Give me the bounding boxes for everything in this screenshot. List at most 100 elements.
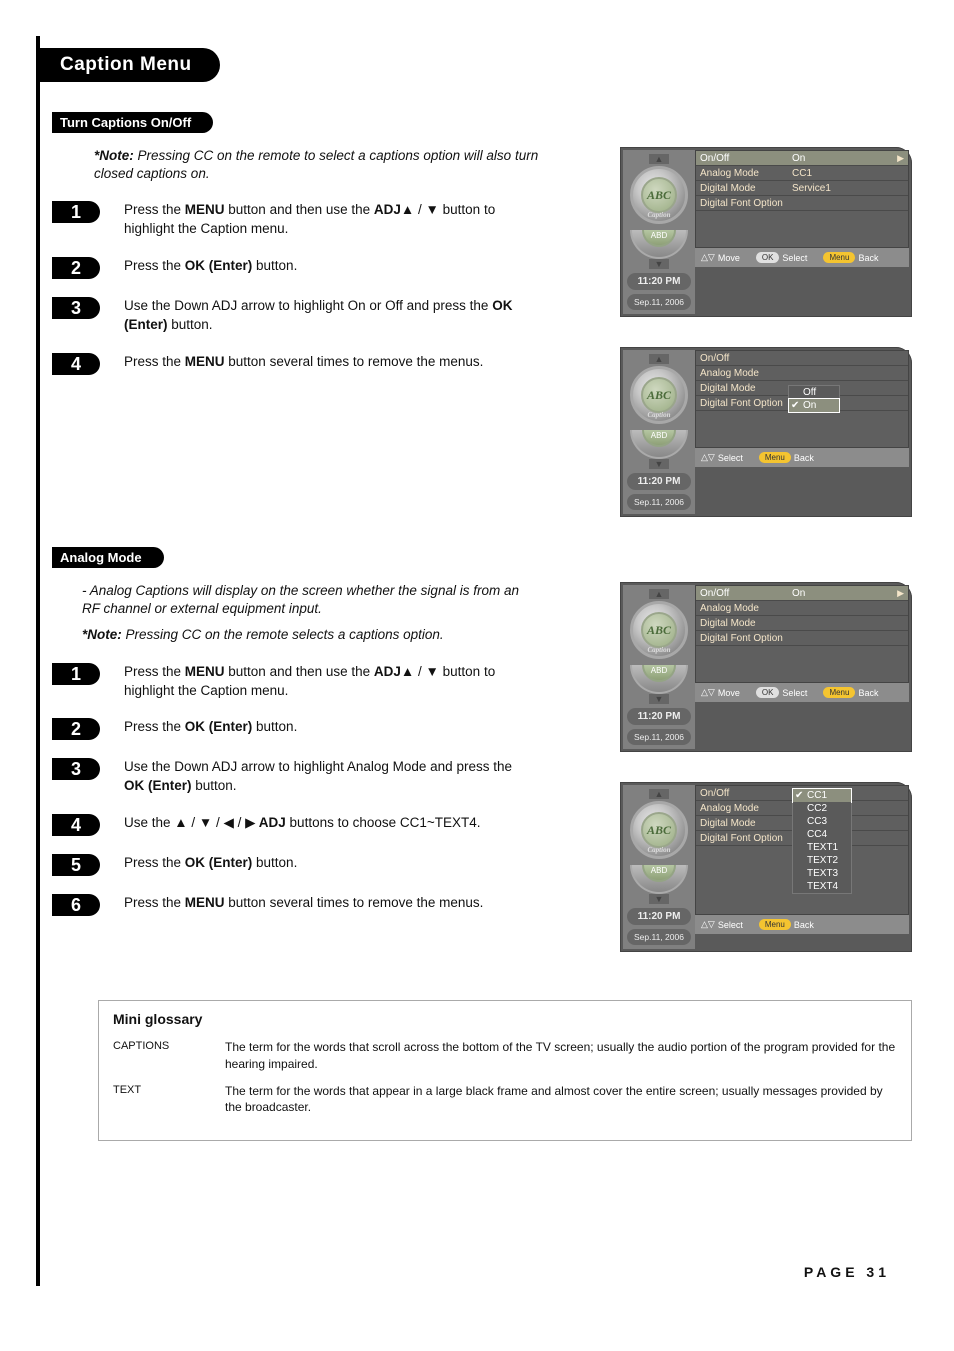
ok-badge-icon: OK [756,252,780,263]
next-category-icon: ABD [630,865,688,894]
category-ring: ABC Caption [630,166,688,224]
section-2-layout: - Analog Captions will display on the sc… [52,582,912,982]
osd-option-text1[interactable]: TEXT1 [793,841,851,854]
t: Move [718,253,740,263]
next-category-icon: ABD [630,230,688,259]
ok-badge-icon: OK [756,687,780,698]
triangle-updown-icon: △▽ [701,687,715,698]
t: Analog Mode [700,368,792,379]
osd-row-font[interactable]: Digital Font Option [696,631,908,646]
osd-date: Sep.11, 2006 [627,729,691,745]
step-number: 4 [52,353,100,375]
osd-row-analog[interactable]: Analog Mode CC1 [696,166,908,181]
t: ADJ [374,202,401,217]
t: Use the [124,815,174,830]
caption-label: Caption [648,411,671,419]
step-number: 6 [52,894,100,916]
glossary-def: The term for the words that scroll acros… [225,1039,897,1073]
s2-step-2: 2 Press the OK (Enter) button. [52,718,592,740]
t: Press the [124,354,185,369]
osd-date: Sep.11, 2006 [627,929,691,945]
section-1-layout: *Note: Pressing CC on the remote to sele… [52,147,912,547]
t: MENU [185,895,225,910]
t: ABC [647,388,671,403]
category-ring: ABC Caption [630,366,688,424]
osd-option-text4[interactable]: TEXT4 [793,880,851,893]
t: On [792,588,897,599]
osd-panel-1: ▲ ABC Caption ABD ▼ 11:20 PM Sep.11, 200… [620,147,912,317]
osd-panel-2: ▲ ABC Caption ABD ▼ 11:20 PM Sep.11, 200… [620,347,912,517]
nav-down-icon: ▼ [649,459,669,469]
t: button. [168,317,213,332]
t: Digital Font Option [700,833,792,844]
category-ring: ABC Caption [630,801,688,859]
caption-label: Caption [648,646,671,654]
osd-time: 11:20 PM [627,908,691,925]
t: Digital Font Option [700,398,792,409]
nav-up-icon: ▲ [649,354,669,364]
s2-step-6: 6 Press the MENU button several times to… [52,894,592,916]
s1-step-2: 2 Press the OK (Enter) button. [52,257,592,279]
s1-step-1: 1 Press the MENU button and then use the… [52,201,592,239]
glossary-def: The term for the words that appear in a … [225,1083,897,1117]
osd-cc-options: ✔CC1 CC2 CC3 CC4 TEXT1 TEXT2 TEXT3 TEXT4 [792,788,852,894]
mini-glossary: Mini glossary CAPTIONS The term for the … [98,1000,912,1141]
t: ADJ [256,815,286,830]
step-number: 4 [52,814,100,836]
osd-row-digital[interactable]: Digital Mode Service1 [696,181,908,196]
osd-sidebar: ▲ ABC Caption ABD ▼ 11:20 PM Sep.11, 200… [623,785,695,949]
t: On/Off [700,588,792,599]
osd-row-onoff[interactable]: On/Off [696,351,908,366]
osd-option-cc4[interactable]: CC4 [793,828,851,841]
t: Back [794,920,814,930]
t: Analog Mode [700,803,792,814]
osd-footer: △▽ Move OK Select Menu Back [695,248,909,267]
osd-row-analog[interactable]: Analog Mode [696,366,908,381]
t: Analog Mode [700,168,792,179]
triangle-updown-icon: △▽ [701,252,715,263]
osd-row-analog[interactable]: Analog Mode [696,601,908,616]
osd-row-onoff[interactable]: On/Off On ▶ [696,151,908,166]
osd-main: On/Off On ▶ Analog Mode CC1 Digital Mode [695,150,909,314]
osd-footer: △▽ Select Menu Back [695,448,909,467]
t: OK (Enter) [185,719,253,734]
nav-down-icon: ▼ [649,259,669,269]
t: Select [718,920,743,930]
t: Digital Font Option [700,198,792,209]
s2-step-4: 4 Use the ▲ / ▼ / ◀ / ▶ ADJ buttons to c… [52,814,592,836]
step-number: 2 [52,718,100,740]
osd-option-text2[interactable]: TEXT2 [793,854,851,867]
osd-row-onoff[interactable]: On/Off On ▶ [696,586,908,601]
osd-option-on[interactable]: ✔On [788,398,840,413]
note-text: Pressing CC on the remote selects a capt… [122,627,444,642]
osd-row-digital[interactable]: Digital Mode [696,616,908,631]
step-number: 5 [52,854,100,876]
t: buttons to choose CC1~TEXT4. [286,815,481,830]
section-heading-analog-mode: Analog Mode [52,547,164,568]
s2-step-3: 3 Use the Down ADJ arrow to highlight An… [52,758,592,796]
t: Press the [124,855,185,870]
t: button several times to remove the menus… [225,354,484,369]
osd-row-font[interactable]: Digital Font Option [696,196,908,211]
triangle-updown-icon: △▽ [701,452,715,463]
osd-date: Sep.11, 2006 [627,294,691,310]
osd-option-cc3[interactable]: CC3 [793,815,851,828]
osd-option-cc2[interactable]: CC2 [793,802,851,815]
nav-down-icon: ▼ [649,694,669,704]
t: OK (Enter) [185,258,253,273]
step-body: Press the MENU button and then use the A… [124,663,534,701]
section-heading-captions-onoff: Turn Captions On/Off [52,112,213,133]
bullet-s2: - Analog Captions will display on the sc… [82,582,532,618]
t: Digital Mode [700,183,792,194]
osd-onoff-options: Off ✔On [788,385,840,413]
t: Press the [124,895,185,910]
nav-down-icon: ▼ [649,894,669,904]
t: Press the [124,719,185,734]
t: Press the [124,664,185,679]
osd-date: Sep.11, 2006 [627,494,691,510]
step-body: Use the Down ADJ arrow to highlight Anal… [124,758,534,796]
t: Use the Down ADJ arrow to highlight On o… [124,298,492,313]
t: Digital Mode [700,618,792,629]
osd-option-cc1[interactable]: ✔CC1 [792,788,852,803]
osd-option-text3[interactable]: TEXT3 [793,867,851,880]
